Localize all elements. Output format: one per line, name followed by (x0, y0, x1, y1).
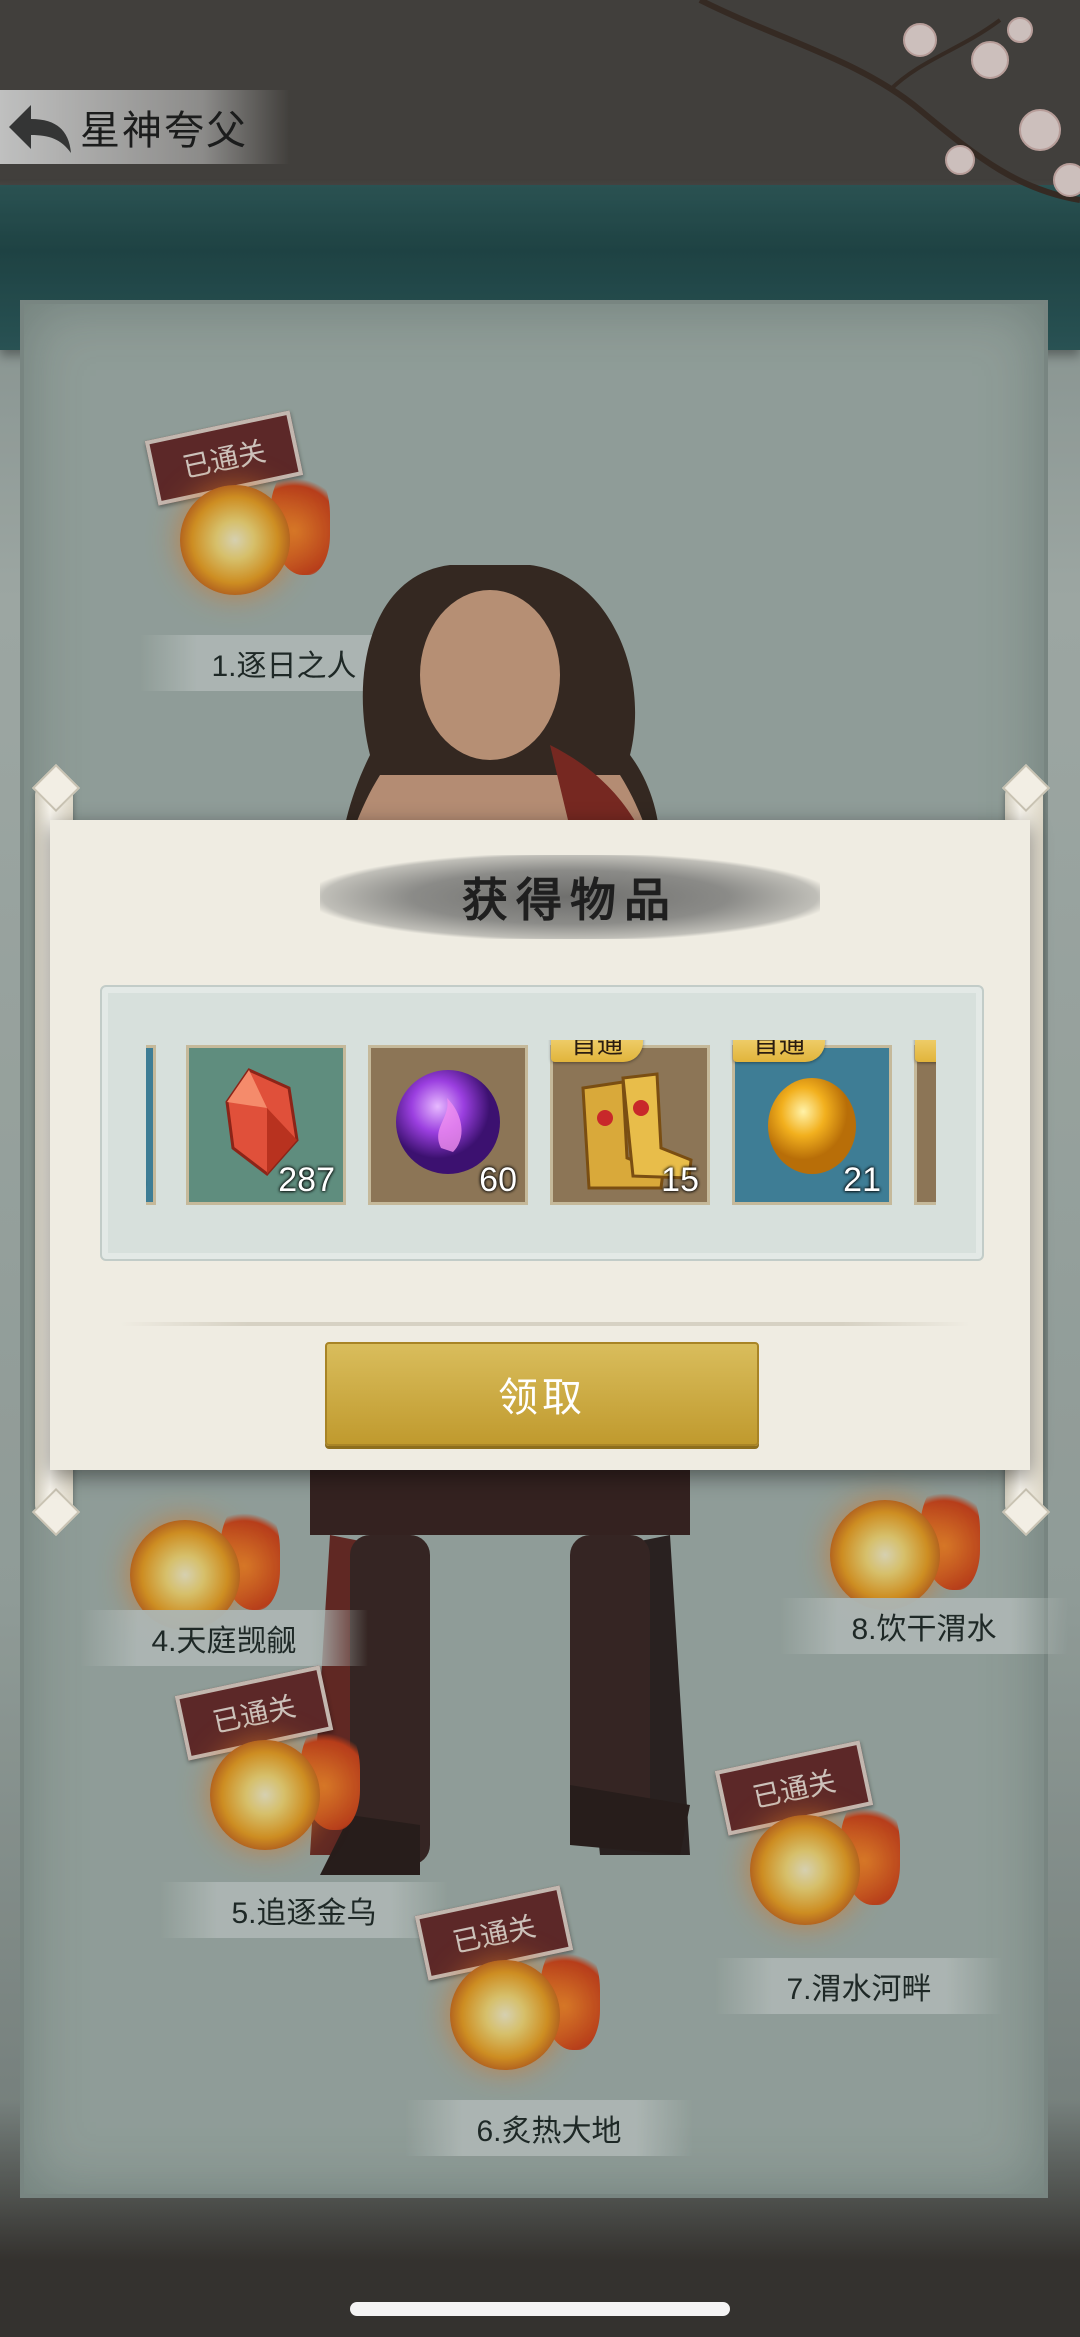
home-indicator[interactable] (350, 2302, 730, 2316)
item-count: 15 (661, 1161, 699, 1199)
item-count: 21 (843, 1161, 881, 1199)
reward-item-1[interactable]: 287 (186, 1045, 346, 1205)
dialog-title: 获得物品 (462, 873, 678, 927)
claim-button[interactable]: 领取 (325, 1342, 759, 1446)
first-clear-badge: 首 (915, 1040, 936, 1062)
first-clear-badge: 首通 (551, 1040, 643, 1062)
item-count: 60 (479, 1161, 517, 1199)
first-clear-badge: 首通 (733, 1040, 825, 1062)
reward-item-2[interactable]: 60 (368, 1045, 528, 1205)
reward-items-scroller[interactable]: 5 287 60 首通 15 首通 21 首 (146, 1040, 936, 1210)
dialog-divider (120, 1322, 970, 1326)
item-count: 287 (278, 1161, 335, 1199)
reward-item-0[interactable]: 5 (146, 1045, 156, 1205)
dialog-title-brush: 获得物品 (320, 855, 820, 939)
reward-item-3[interactable]: 首通 15 (550, 1040, 710, 1205)
reward-item-4[interactable]: 首通 21 (732, 1040, 892, 1205)
reward-item-5[interactable]: 首 (914, 1040, 936, 1205)
